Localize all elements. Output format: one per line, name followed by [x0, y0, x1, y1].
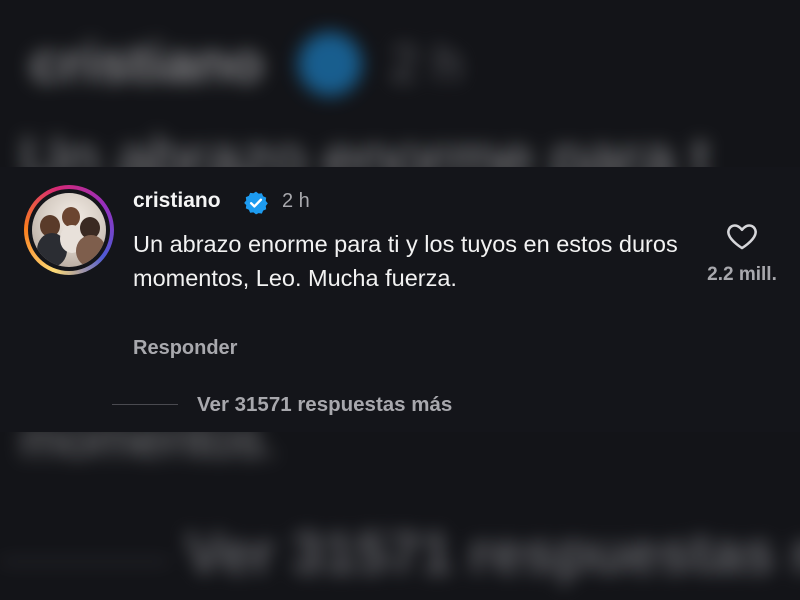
comment-text: Un abrazo enorme para ti y los tuyos en …	[133, 231, 678, 291]
avatar-figure	[62, 207, 80, 227]
screenshot-stage: cristiano 2 h Un abrazo enorme para t mo…	[0, 0, 800, 600]
comment-card: cristiano 2 h Un abrazo enorme para ti y…	[0, 167, 800, 432]
avatar-photo	[32, 193, 106, 267]
reply-button[interactable]: Responder	[133, 337, 237, 360]
blurred-verified-badge-icon	[298, 32, 362, 96]
blurred-username: cristiano	[30, 31, 264, 94]
comment-username[interactable]: cristiano	[133, 189, 221, 213]
comment-timestamp: 2 h	[282, 190, 310, 212]
avatar-inner	[28, 189, 110, 271]
blurred-view-replies: Ver 31571 respuestas m	[185, 521, 800, 586]
view-more-replies-button[interactable]: Ver 31571 respuestas más	[197, 393, 452, 417]
verified-badge-icon	[244, 191, 268, 215]
avatar[interactable]	[24, 185, 114, 275]
heart-outline-icon[interactable]	[724, 219, 760, 253]
blurred-divider	[0, 560, 170, 563]
avatar-figure	[76, 235, 106, 267]
blurred-timestamp: 2 h	[390, 35, 463, 93]
replies-divider	[112, 404, 178, 405]
like-count: 2.2 mill.	[707, 264, 777, 285]
